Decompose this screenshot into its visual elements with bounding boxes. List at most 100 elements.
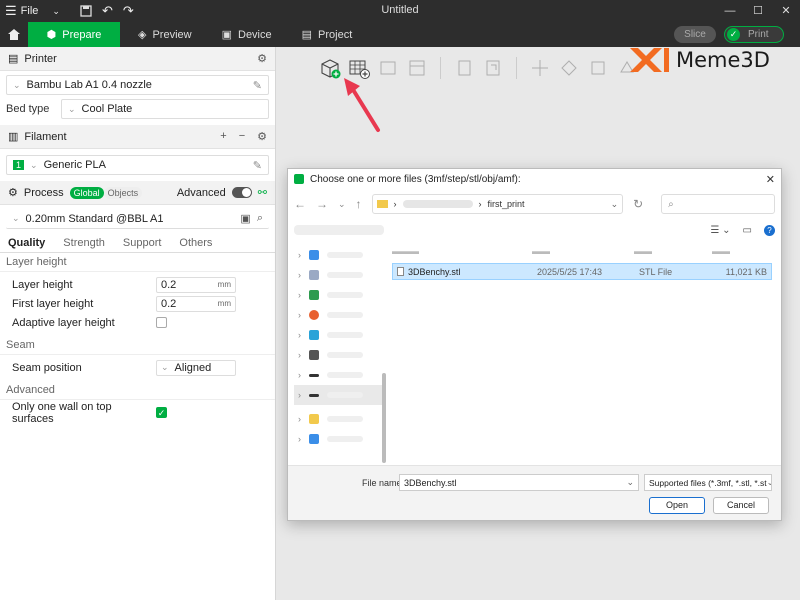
tab-device[interactable]: ▣ Device <box>210 22 284 47</box>
redo-icon[interactable]: ↷ <box>118 0 139 22</box>
seam-group: Seam <box>0 336 275 355</box>
chevron-down-icon: ⌄ <box>68 103 76 114</box>
edit-icon[interactable]: ✎ <box>253 79 262 92</box>
gear-icon[interactable]: ⚙ <box>257 130 267 143</box>
scale-icon[interactable] <box>586 56 610 80</box>
minimize-icon[interactable]: — <box>716 0 744 22</box>
tab-others[interactable]: Others <box>179 237 212 249</box>
adaptive-layer-height-label: Adaptive layer height <box>12 316 115 329</box>
project-icon: ▤ <box>301 29 313 41</box>
search-icon: ⌕ <box>668 198 674 210</box>
file-menu[interactable]: ☰ File ⌄ <box>0 0 65 22</box>
rotate-icon[interactable] <box>557 56 581 80</box>
file-name-input[interactable]: 3DBenchy.stl ⌄ <box>399 474 639 491</box>
bed-type-select[interactable]: ⌄ Cool Plate <box>61 99 269 119</box>
search-input[interactable]: ⌕ <box>661 194 775 214</box>
chevron-down-icon: ⌄ <box>52 5 60 16</box>
printer-select[interactable]: ⌄ Bambu Lab A1 0.4 nozzle ✎ <box>6 75 269 95</box>
address-bar[interactable]: › › first_print ⌄ <box>371 194 624 214</box>
tree-item[interactable]: › <box>294 429 384 449</box>
dialog-titlebar: Choose one or more files (3mf/step/stl/o… <box>288 169 781 189</box>
tree-item[interactable]: › <box>294 345 384 365</box>
arrange-icon[interactable] <box>405 56 429 80</box>
print-button[interactable]: ✓ Print <box>724 26 784 43</box>
preview-icon: ◈ <box>138 29 147 41</box>
first-layer-height-input[interactable]: 0.2 mm <box>156 295 236 312</box>
refresh-icon[interactable]: ↻ <box>633 197 643 211</box>
back-icon[interactable]: ← <box>294 197 306 211</box>
move-icon[interactable] <box>528 56 552 80</box>
save-preset-icon[interactable]: ▣ <box>240 212 250 225</box>
tab-strength[interactable]: Strength <box>63 237 105 249</box>
filament-select[interactable]: 1 ⌄ Generic PLA ✎ <box>6 155 269 175</box>
tab-preview[interactable]: ◈ Preview <box>126 22 204 47</box>
chevron-down-icon[interactable]: ⌄ <box>611 199 619 210</box>
paste-icon[interactable] <box>481 56 505 80</box>
printer-name: Bambu Lab A1 0.4 nozzle <box>26 79 152 91</box>
file-type-select[interactable]: Supported files (*.3mf, *.stl, *.st ⌄ <box>644 474 772 491</box>
tree-item[interactable]: › <box>294 265 384 285</box>
file-name-value: 3DBenchy.stl <box>404 477 457 488</box>
tree-item[interactable]: › <box>294 285 384 305</box>
tab-support[interactable]: Support <box>123 237 162 249</box>
unit-label: mm <box>217 280 231 289</box>
chevron-down-icon: ⌄ <box>30 159 38 170</box>
chevron-down-icon: ⌄ <box>161 362 169 372</box>
remove-filament-icon[interactable]: − <box>239 130 245 143</box>
undo-icon[interactable]: ↶ <box>97 0 118 22</box>
preview-pane-icon[interactable]: ▭ <box>743 225 752 236</box>
layer-height-input[interactable]: 0.2 mm <box>156 276 236 293</box>
tree-item[interactable]: › <box>294 385 384 405</box>
cancel-button[interactable]: Cancel <box>713 497 769 514</box>
objects-toggle[interactable]: Objects <box>103 186 143 199</box>
open-button[interactable]: Open <box>649 497 705 514</box>
tree-item[interactable]: › <box>294 305 384 325</box>
compare-icon[interactable]: ⚯ <box>258 186 267 199</box>
toolbar-separator <box>516 57 517 79</box>
toolbar-separator <box>440 57 441 79</box>
view-options-icon[interactable]: ☰ ⌄ <box>710 225 730 236</box>
one-wall-top-checkbox[interactable]: ✓ <box>156 407 167 418</box>
advanced-toggle[interactable] <box>231 187 252 198</box>
main-tabbar: ⬢ Prepare ◈ Preview ▣ Device ▤ Project S… <box>0 22 800 47</box>
dialog-footer: File name: 3DBenchy.stl ⌄ Supported file… <box>288 465 781 520</box>
process-section-header: ⚙ Process Global Objects Advanced ⚯ <box>0 181 275 205</box>
up-icon[interactable]: ↑ <box>356 197 362 211</box>
file-row[interactable]: 3DBenchy.stl 2025/5/25 17:43 STL File 11… <box>392 263 772 280</box>
slice-button[interactable]: Slice <box>674 26 716 43</box>
copy-icon[interactable] <box>452 56 476 80</box>
tree-item[interactable]: › <box>294 245 384 265</box>
tab-preview-label: Preview <box>152 28 192 41</box>
tab-prepare[interactable]: ⬢ Prepare <box>28 22 120 47</box>
process-preset-select[interactable]: ⌄ 0.20mm Standard @BBL A1 ▣ ⌕ <box>6 209 269 229</box>
close-icon[interactable]: ✕ <box>766 173 775 186</box>
maximize-icon[interactable]: ☐ <box>744 0 772 22</box>
tree-item[interactable]: › <box>294 409 384 429</box>
search-icon[interactable]: ⌕ <box>257 212 263 225</box>
add-filament-icon[interactable]: + <box>220 130 226 143</box>
tree-item[interactable]: › <box>294 365 384 385</box>
blurred-command <box>294 225 384 235</box>
home-icon[interactable] <box>0 22 28 47</box>
help-icon[interactable]: ? <box>764 224 775 236</box>
layer-height-group: Layer height <box>0 253 275 272</box>
chevron-down-icon[interactable]: ⌄ <box>338 199 346 210</box>
tab-quality[interactable]: Quality <box>8 237 45 249</box>
seam-position-select[interactable]: ⌄ Aligned <box>156 359 236 376</box>
close-icon[interactable]: ✕ <box>772 0 800 22</box>
forward-icon[interactable]: → <box>316 197 328 211</box>
tree-item[interactable]: › <box>294 325 384 345</box>
app-icon <box>294 174 304 184</box>
advanced-label: Advanced <box>176 186 226 199</box>
chevron-down-icon[interactable]: ⌄ <box>626 477 634 488</box>
tab-prepare-label: Prepare <box>62 28 102 41</box>
global-toggle[interactable]: Global <box>69 186 104 199</box>
tree-scrollbar[interactable] <box>382 373 386 463</box>
tab-project[interactable]: ▤ Project <box>290 22 365 47</box>
adaptive-layer-height-checkbox[interactable] <box>156 317 167 328</box>
gear-icon[interactable]: ⚙ <box>257 52 267 65</box>
brand-logo: Meme3D <box>628 46 770 74</box>
edit-icon[interactable]: ✎ <box>253 159 262 172</box>
save-icon[interactable] <box>75 0 97 22</box>
path-folder: first_print <box>487 199 525 209</box>
